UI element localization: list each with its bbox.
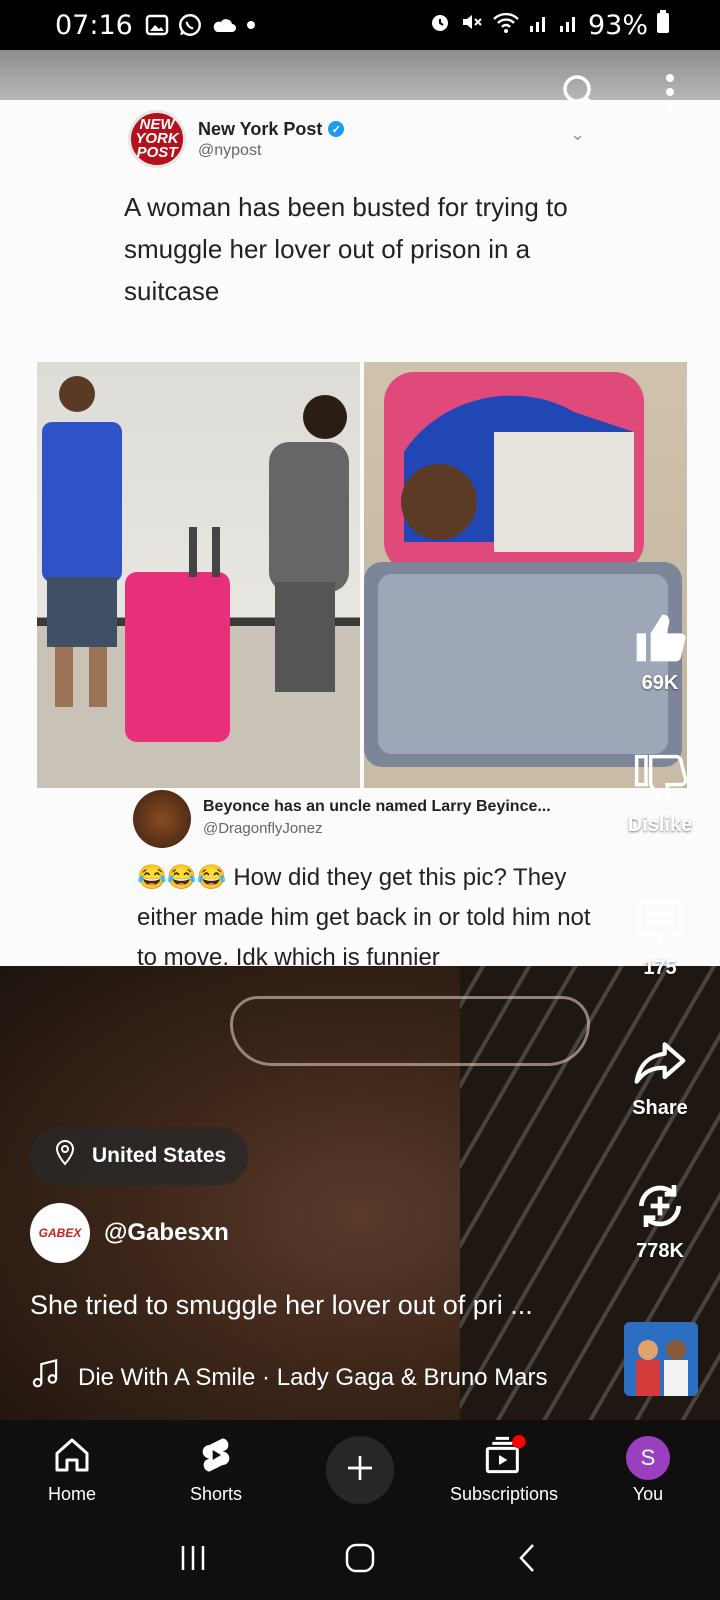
search-icon[interactable] (560, 72, 600, 117)
verified-icon: ✓ (328, 121, 345, 137)
channel-avatar[interactable]: GABEX (30, 1203, 90, 1263)
whatsapp-icon (177, 12, 203, 38)
home-button-icon[interactable] (342, 1540, 378, 1581)
wifi-icon (492, 10, 520, 41)
battery-text: 93% (587, 9, 648, 41)
reply-author: Beyonce has an uncle named Larry Beyince… (203, 798, 551, 815)
comment-icon (610, 895, 710, 951)
share-label: Share (632, 1097, 688, 1119)
nav-you[interactable]: S You (576, 1435, 720, 1505)
tweet-header: NEW YORK POST New York Post ✓ @nypost (128, 110, 345, 168)
location-pin-icon (52, 1139, 78, 1173)
mute-icon (460, 10, 484, 41)
channel-row[interactable]: GABEX @Gabesxn (30, 1203, 229, 1263)
signal-icon (528, 10, 550, 41)
chevron-down-icon: ⌄ (570, 124, 586, 144)
reply-text: 😂😂😂 How did they get this pic? They eith… (137, 858, 607, 978)
battery-icon (656, 9, 670, 41)
comment-count: 175 (643, 957, 677, 979)
location-label: United States (92, 1144, 227, 1167)
location-chip[interactable]: United States (30, 1127, 249, 1185)
nav-create[interactable] (288, 1436, 432, 1504)
remix-count: 778K (636, 1240, 684, 1262)
tweet-text: A woman has been busted for trying to sm… (124, 192, 568, 306)
nypost-logo: NEW YORK POST (128, 110, 186, 168)
status-time: 07:16 (55, 9, 133, 41)
status-bar: 07:16 93% (0, 0, 720, 50)
reply-handle: @DragonflyJonez (203, 820, 323, 837)
tweet-handle: @nypost (198, 141, 262, 159)
thumbs-up-icon (610, 610, 710, 666)
nav-home-label: Home (47, 1484, 96, 1504)
reply-emojis: 😂😂😂 (137, 864, 227, 891)
shorts-screen: 07:16 93% NEW YORK POST New York Post ✓ @ny… (0, 0, 720, 1600)
like-count: 69K (641, 672, 679, 694)
remix-icon (610, 1178, 710, 1234)
share-icon (610, 1035, 710, 1091)
tweet-author: New York Post ✓ (198, 119, 345, 140)
nav-you-label: You (632, 1483, 664, 1504)
more-vert-icon[interactable] (662, 72, 678, 117)
cloud-icon (211, 15, 237, 35)
system-nav-bar (0, 1520, 720, 1600)
shorts-icon (196, 1435, 236, 1480)
photo-suspects (37, 362, 360, 788)
plus-icon (344, 1452, 376, 1489)
comments-button[interactable]: 175 (610, 895, 710, 980)
home-icon (52, 1435, 92, 1480)
thumbs-down-icon (610, 752, 710, 808)
music-note-icon (30, 1358, 60, 1397)
music-label: Die With A Smile · Lady Gaga & Bruno Mar… (78, 1363, 548, 1391)
back-icon[interactable] (511, 1542, 543, 1579)
album-art[interactable] (624, 1322, 698, 1396)
dot-icon (245, 19, 257, 31)
gallery-icon (145, 13, 169, 37)
video-title[interactable]: She tried to smuggle her lover out of pr… (30, 1290, 533, 1321)
dislike-button[interactable]: Dislike (610, 752, 710, 837)
photo-suitcase (364, 362, 687, 788)
remix-button[interactable]: 778K (610, 1178, 710, 1263)
nav-subscriptions[interactable]: Subscriptions (432, 1435, 576, 1505)
alarm-icon (428, 10, 452, 41)
dislike-label: Dislike (627, 814, 693, 836)
signal-icon (558, 10, 580, 41)
channel-name[interactable]: @Gabesxn (104, 1219, 229, 1247)
reply-avatar (133, 790, 191, 848)
like-button[interactable]: 69K (610, 610, 710, 695)
recents-icon[interactable] (177, 1542, 209, 1579)
subscriptions-icon (482, 1435, 526, 1480)
nav-shorts-label: Shorts (189, 1484, 243, 1504)
create-button[interactable] (326, 1436, 394, 1504)
share-button[interactable]: Share (610, 1035, 710, 1120)
glasses-outline (230, 996, 590, 1066)
bottom-nav: Home Shorts Subscriptions S You (0, 1420, 720, 1520)
tweet-photos (37, 362, 687, 788)
nav-home[interactable]: Home (0, 1435, 144, 1505)
nav-subscriptions-label: Subscriptions (449, 1484, 559, 1504)
music-row[interactable]: Die With A Smile · Lady Gaga & Bruno Mar… (30, 1358, 548, 1397)
nav-shorts[interactable]: Shorts (144, 1435, 288, 1505)
you-avatar: S (626, 1435, 670, 1480)
